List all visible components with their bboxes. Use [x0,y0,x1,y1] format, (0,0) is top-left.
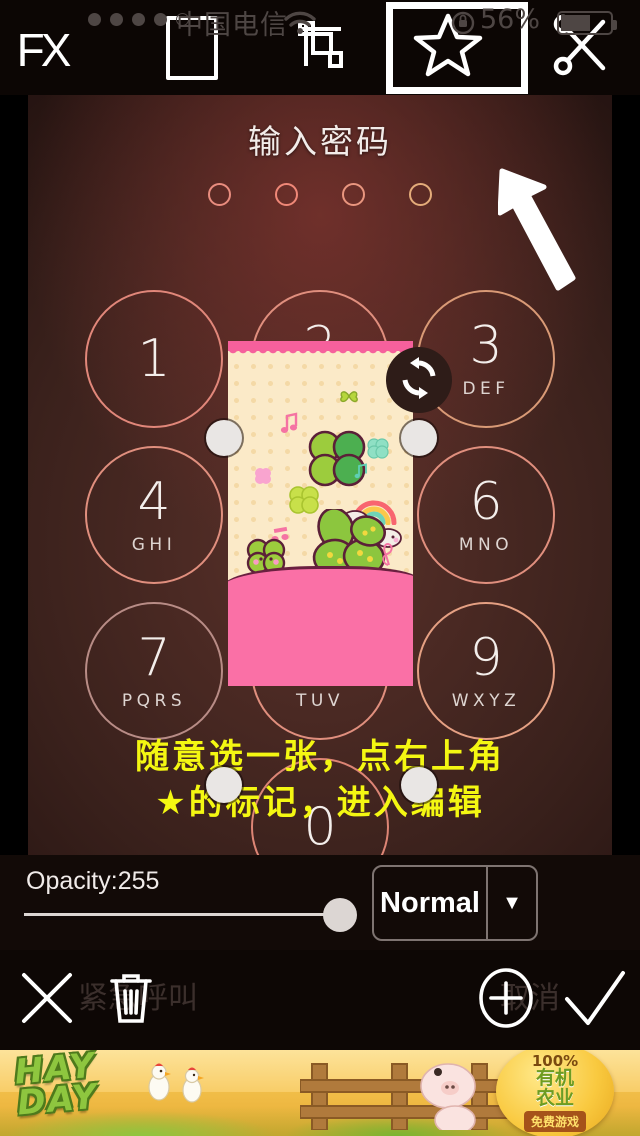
opacity-label: Opacity:255 [26,867,160,895]
close-icon [16,967,78,1034]
arrow-up-left-icon [497,168,618,307]
key-digit: 4 [137,471,171,532]
four-leaf-clover-icon [304,429,370,491]
cancel-button[interactable] [8,950,86,1050]
key-letters: MNO [458,534,514,555]
frame-button[interactable] [128,0,256,95]
key-letters: WXYZ [451,690,521,711]
key-letters: GHI [131,534,177,555]
ad-logo-line-2: DAY [15,1076,101,1124]
opacity-slider-track[interactable] [24,913,356,916]
ad-badge[interactable]: 100% 有机 农业 免费游戏 [496,1050,614,1136]
editor-action-bar[interactable]: 紧急呼叫 取消 [0,950,640,1050]
callout-arrow [497,153,618,308]
sticker-overlay[interactable] [228,341,413,686]
key-digit: 3 [469,315,503,376]
annotation-line-1: 随意选一张，点右上角 [135,737,505,777]
keypad-key-7[interactable]: 7 PQRS [85,602,223,740]
rotate-icon [397,356,441,405]
plus-circle-icon [474,966,538,1035]
key-letters: PQRS [121,690,187,711]
music-note-icon [280,411,300,435]
opacity-blend-bar[interactable]: Opacity:255 Normal ▼ [0,855,640,950]
crop-icon [288,13,352,82]
trash-icon [105,969,157,1032]
resize-handle-top-left[interactable] [206,420,242,456]
chicken-icon [178,1064,206,1109]
ad-banner[interactable]: HAY DAY 100% 有机 农业 免费游戏 [0,1050,640,1136]
chevron-down-icon[interactable]: ▼ [486,867,536,939]
treble-clef-icon [378,541,398,567]
keypad-key-1[interactable]: 1 [85,290,223,428]
check-icon [562,967,628,1034]
star-icon [413,12,483,83]
key-digit: 7 [137,627,171,688]
rotate-handle[interactable] [386,347,452,413]
key-digit: 1 [137,329,171,389]
editor-canvas[interactable]: 输入密码 1 2 ABC 3 DEF [0,95,640,955]
pink-clover-icon [254,467,272,485]
hay-day-logo: HAY DAY [13,1050,101,1124]
passcode-dot [409,183,432,206]
resize-handle-top-right[interactable] [401,420,437,456]
add-layer-button[interactable] [460,950,552,1050]
chicken-icon [144,1060,174,1107]
fx-icon: FX [16,23,72,76]
mint-clover-icon [366,437,390,459]
passcode-dot [208,183,231,206]
keypad-key-9[interactable]: 9 WXYZ [417,602,555,740]
ad-badge-text: 有机 农业 [535,1066,574,1109]
pig-icon [420,1063,476,1135]
key-letters: DEF [462,378,510,399]
small-clover-icon [336,383,362,409]
confirm-button[interactable] [556,950,634,1050]
star-button[interactable] [384,0,512,95]
delete-button[interactable] [92,950,170,1050]
scissors-button[interactable] [512,0,640,95]
resize-handle-bottom-right[interactable] [401,767,437,803]
fx-button[interactable]: FX [0,0,128,95]
passcode-dot [342,183,365,206]
resize-handle-bottom-left[interactable] [206,767,242,803]
blend-mode-value: Normal [380,886,480,919]
key-digit: 6 [469,471,503,532]
keypad-key-6[interactable]: 6 MNO [417,446,555,584]
editor-toolbar[interactable]: FX [0,0,640,95]
passcode-dot [275,183,298,206]
key-digit: 9 [469,627,503,688]
sticker-pink-area [228,566,413,686]
instruction-annotation: 随意选一张，点右上角 ★的标记，进入编辑 [0,735,640,826]
opacity-slider-knob[interactable] [323,898,357,932]
keypad-key-4[interactable]: 4 GHI [85,446,223,584]
key-letters: TUV [296,690,344,711]
ad-badge-tag: 免费游戏 [523,1111,586,1133]
frame-icon [166,15,218,80]
sticker-top-band [228,341,413,356]
annotation-line-2: ★的标记，进入编辑 [155,782,485,823]
crop-button[interactable] [256,0,384,95]
blend-mode-select[interactable]: Normal ▼ [372,865,538,941]
teal-music-note-icon [354,463,368,479]
scissors-icon [541,10,611,85]
